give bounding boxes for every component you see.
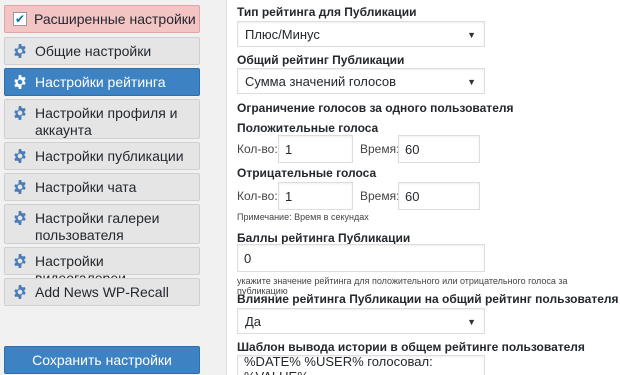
gear-icon xyxy=(13,180,27,194)
overall-rating-label: Общий рейтинг Публикации xyxy=(237,53,405,67)
gear-icon xyxy=(13,44,27,58)
gear-icon xyxy=(13,211,27,225)
positive-count-label: Кол-во: xyxy=(237,142,278,156)
sidebar-item-add-news[interactable]: Add News WP-Recall xyxy=(4,278,200,306)
sidebar-item-label: Настройки чата xyxy=(35,179,137,195)
gear-icon xyxy=(13,75,27,89)
positive-time-label: Время: xyxy=(360,142,400,156)
chevron-down-icon: ▼ xyxy=(467,317,476,327)
rating-type-label: Тип рейтинга для Публикации xyxy=(237,5,417,19)
points-input[interactable]: 0 xyxy=(237,244,485,272)
sidebar-item-general[interactable]: Общие настройки xyxy=(4,37,200,65)
advanced-settings-checkbox[interactable]: ✔ xyxy=(13,12,27,26)
positive-count-input[interactable]: 1 xyxy=(278,135,353,163)
sidebar-item-label: Настройки публикации xyxy=(35,148,184,164)
gear-icon xyxy=(13,106,27,120)
sidebar-item-label: Add News WP-Recall xyxy=(35,284,169,300)
time-note: Примечание: Время в секундах xyxy=(237,212,369,222)
sidebar-item-chat[interactable]: Настройки чата xyxy=(4,173,200,201)
rating-settings-panel: Тип рейтинга для Публикации Плюс/Минус ▼… xyxy=(226,0,620,375)
negative-time-label: Время: xyxy=(360,189,400,203)
influence-value: Да xyxy=(245,313,262,329)
sidebar-item-video-gallery[interactable]: Настройки видеогалереи xyxy=(4,247,200,286)
positive-time-input[interactable]: 60 xyxy=(398,135,480,163)
gear-icon xyxy=(13,285,27,299)
advanced-settings-label: Расширенные настройки xyxy=(34,11,196,27)
history-template-label: Шаблон вывода истории в общем рейтинге п… xyxy=(237,340,585,354)
sidebar-item-rating[interactable]: Настройки рейтинга xyxy=(4,68,200,96)
chevron-down-icon: ▼ xyxy=(467,30,476,40)
sidebar-item-label: Настройки профиля и аккаунта xyxy=(35,105,178,138)
negative-count-label: Кол-во: xyxy=(237,189,278,203)
save-settings-button[interactable]: Сохранить настройки xyxy=(4,346,200,374)
settings-sidebar: ✔ Расширенные настройки Общие настройки … xyxy=(0,0,212,375)
overall-rating-select[interactable]: Сумма значений голосов ▼ xyxy=(237,68,485,94)
negative-count-input[interactable]: 1 xyxy=(278,182,353,210)
gear-icon xyxy=(13,149,27,163)
vote-limit-label: Ограничение голосов за одного пользовате… xyxy=(237,101,514,115)
negative-votes-label: Отрицательные голоса xyxy=(237,166,377,180)
advanced-settings-toggle[interactable]: ✔ Расширенные настройки xyxy=(4,5,200,33)
sidebar-item-publication[interactable]: Настройки публикации xyxy=(4,142,200,170)
rating-type-value: Плюс/Минус xyxy=(245,26,320,42)
history-template-input[interactable]: %DATE% %USER% голосовал: %VALUE% xyxy=(237,354,485,375)
negative-time-input[interactable]: 60 xyxy=(398,182,480,210)
gear-icon xyxy=(13,254,27,268)
sidebar-item-label: Настройки рейтинга xyxy=(35,74,166,90)
sidebar-item-user-gallery[interactable]: Настройки галереи пользователя xyxy=(4,204,200,244)
sidebar-item-label: Настройки галереи пользователя xyxy=(35,210,160,243)
influence-select[interactable]: Да ▼ xyxy=(237,308,485,334)
positive-votes-label: Положительные голоса xyxy=(237,121,379,135)
chevron-down-icon: ▼ xyxy=(467,77,476,87)
sidebar-item-label: Общие настройки xyxy=(35,43,152,59)
influence-label: Влияние рейтинга Публикации на общий рей… xyxy=(237,292,619,306)
points-label: Баллы рейтинга Публикации xyxy=(237,231,411,245)
sidebar-item-profile[interactable]: Настройки профиля и аккаунта xyxy=(4,99,200,139)
rating-type-select[interactable]: Плюс/Минус ▼ xyxy=(237,21,485,47)
overall-rating-value: Сумма значений голосов xyxy=(245,73,397,89)
